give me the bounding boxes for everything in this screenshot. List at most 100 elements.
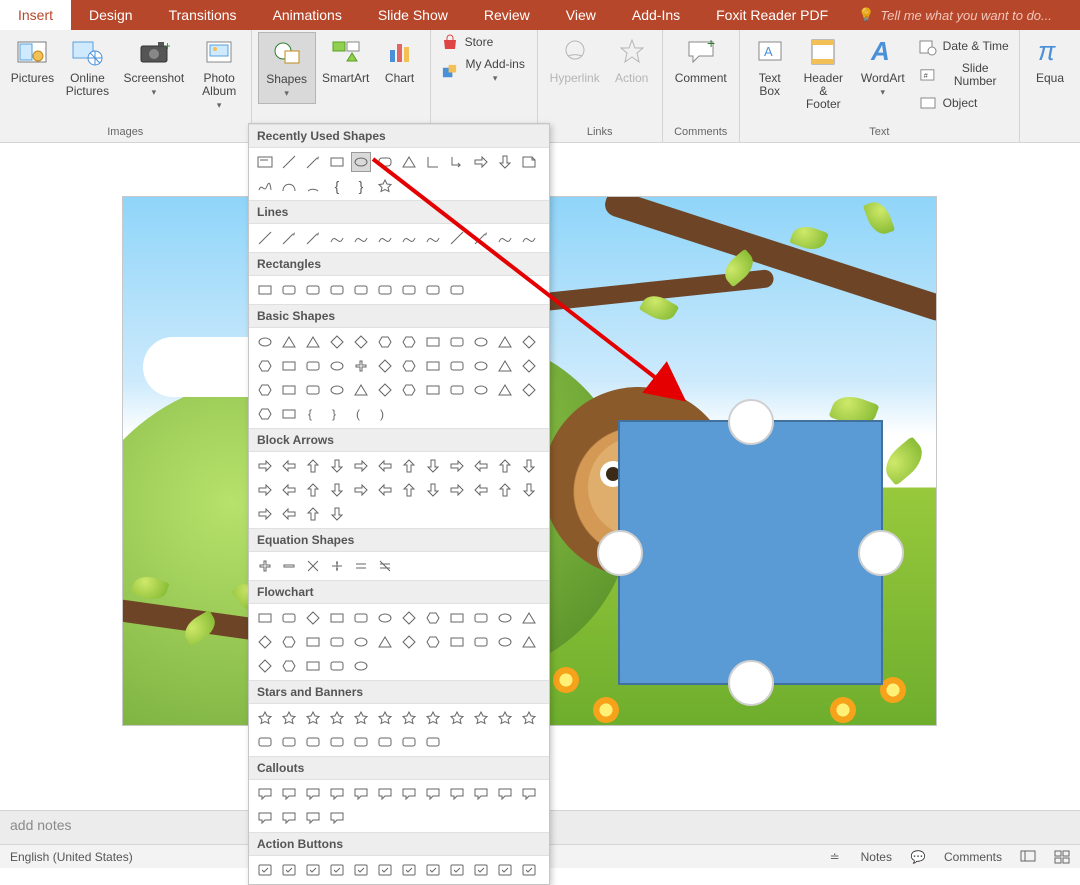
shape-item[interactable] bbox=[423, 480, 443, 500]
shape-item[interactable] bbox=[375, 732, 395, 752]
shape-star[interactable] bbox=[375, 176, 395, 196]
shape-item[interactable] bbox=[519, 632, 539, 652]
shape-item[interactable] bbox=[447, 784, 467, 804]
tab-review[interactable]: Review bbox=[466, 0, 548, 30]
shape-item[interactable] bbox=[495, 228, 515, 248]
shape-item[interactable] bbox=[255, 356, 275, 376]
shape-item[interactable] bbox=[255, 732, 275, 752]
shape-item[interactable] bbox=[495, 608, 515, 628]
shape-item[interactable] bbox=[279, 356, 299, 376]
status-language[interactable]: English (United States) bbox=[10, 850, 133, 864]
shape-item[interactable] bbox=[423, 456, 443, 476]
shape-item[interactable] bbox=[351, 608, 371, 628]
smartart-button[interactable]: SmartArt bbox=[318, 32, 374, 89]
shape-item[interactable] bbox=[327, 280, 347, 300]
shape-item[interactable] bbox=[327, 608, 347, 628]
shape-item[interactable] bbox=[423, 632, 443, 652]
tab-slideshow[interactable]: Slide Show bbox=[360, 0, 466, 30]
shape-item[interactable] bbox=[375, 356, 395, 376]
shape-item[interactable] bbox=[519, 480, 539, 500]
normal-view-icon[interactable] bbox=[1020, 849, 1036, 865]
shape-item[interactable] bbox=[351, 656, 371, 676]
shape-item[interactable] bbox=[399, 732, 419, 752]
object-button[interactable]: Object bbox=[915, 92, 1013, 114]
shape-item[interactable] bbox=[471, 480, 491, 500]
shape-item[interactable] bbox=[255, 808, 275, 828]
shape-right-brace[interactable]: } bbox=[351, 176, 371, 196]
shape-line[interactable] bbox=[279, 152, 299, 172]
shape-item[interactable] bbox=[279, 380, 299, 400]
shape-item[interactable] bbox=[375, 456, 395, 476]
shape-item[interactable] bbox=[279, 480, 299, 500]
shape-item[interactable] bbox=[255, 860, 275, 880]
tab-addins[interactable]: Add-Ins bbox=[614, 0, 698, 30]
shape-item[interactable] bbox=[255, 784, 275, 804]
shape-curve[interactable] bbox=[279, 176, 299, 196]
shape-item[interactable] bbox=[303, 504, 323, 524]
shape-item[interactable] bbox=[519, 332, 539, 352]
shape-rounded-rect[interactable] bbox=[375, 152, 395, 172]
shape-item[interactable] bbox=[327, 456, 347, 476]
shape-item[interactable] bbox=[519, 708, 539, 728]
tab-animations[interactable]: Animations bbox=[255, 0, 360, 30]
shape-item[interactable] bbox=[471, 228, 491, 248]
shape-item[interactable] bbox=[423, 732, 443, 752]
shape-item[interactable] bbox=[375, 280, 395, 300]
shape-item[interactable] bbox=[279, 656, 299, 676]
tell-me-search[interactable]: Tell me what you want to do... bbox=[858, 0, 1052, 30]
shape-item[interactable] bbox=[303, 228, 323, 248]
shape-item[interactable] bbox=[327, 380, 347, 400]
shape-l-arrow[interactable] bbox=[447, 152, 467, 172]
shape-item[interactable] bbox=[447, 280, 467, 300]
shape-item[interactable] bbox=[351, 456, 371, 476]
shape-item[interactable] bbox=[519, 784, 539, 804]
shape-item[interactable] bbox=[255, 456, 275, 476]
shape-item[interactable] bbox=[255, 556, 275, 576]
shape-item[interactable] bbox=[399, 380, 419, 400]
shape-item[interactable] bbox=[471, 860, 491, 880]
shape-rectangle[interactable] bbox=[327, 152, 347, 172]
shape-item[interactable] bbox=[375, 380, 395, 400]
tab-insert[interactable]: Insert bbox=[0, 0, 71, 30]
shape-item[interactable] bbox=[327, 480, 347, 500]
shape-item[interactable] bbox=[447, 480, 467, 500]
shape-item[interactable] bbox=[471, 632, 491, 652]
shape-item[interactable] bbox=[423, 228, 443, 248]
shape-item[interactable] bbox=[471, 332, 491, 352]
shape-item[interactable] bbox=[255, 708, 275, 728]
shape-left-brace[interactable]: { bbox=[327, 176, 347, 196]
shape-item[interactable] bbox=[351, 380, 371, 400]
online-pictures-button[interactable]: Online Pictures bbox=[61, 32, 114, 102]
shape-item[interactable] bbox=[303, 456, 323, 476]
tab-design[interactable]: Design bbox=[71, 0, 151, 30]
shape-item[interactable] bbox=[399, 332, 419, 352]
shape-item[interactable] bbox=[399, 632, 419, 652]
tab-view[interactable]: View bbox=[548, 0, 614, 30]
shape-item[interactable] bbox=[327, 504, 347, 524]
shape-item[interactable]: { bbox=[303, 404, 323, 424]
equation-button[interactable]: π Equa bbox=[1026, 32, 1074, 89]
chart-button[interactable]: Chart bbox=[376, 32, 424, 89]
shape-item[interactable] bbox=[351, 356, 371, 376]
shape-item[interactable] bbox=[399, 784, 419, 804]
shape-item[interactable] bbox=[303, 732, 323, 752]
comment-button[interactable]: + Comment bbox=[669, 32, 733, 89]
shape-item[interactable] bbox=[447, 860, 467, 880]
shape-item[interactable] bbox=[375, 608, 395, 628]
shape-item[interactable] bbox=[399, 708, 419, 728]
shape-oval[interactable] bbox=[351, 152, 371, 172]
shape-item[interactable] bbox=[279, 708, 299, 728]
shapes-button[interactable]: Shapes bbox=[258, 32, 316, 104]
handle-top[interactable] bbox=[728, 399, 774, 445]
shape-item[interactable] bbox=[279, 556, 299, 576]
shape-item[interactable] bbox=[255, 380, 275, 400]
shape-item[interactable] bbox=[279, 632, 299, 652]
shape-item[interactable]: ) bbox=[375, 404, 395, 424]
shape-item[interactable] bbox=[327, 556, 347, 576]
shape-item[interactable] bbox=[351, 480, 371, 500]
shape-textbox[interactable] bbox=[255, 152, 275, 172]
inserted-rectangle-shape[interactable] bbox=[618, 420, 883, 685]
shape-item[interactable] bbox=[447, 456, 467, 476]
shape-item[interactable] bbox=[279, 808, 299, 828]
shape-item[interactable] bbox=[375, 860, 395, 880]
